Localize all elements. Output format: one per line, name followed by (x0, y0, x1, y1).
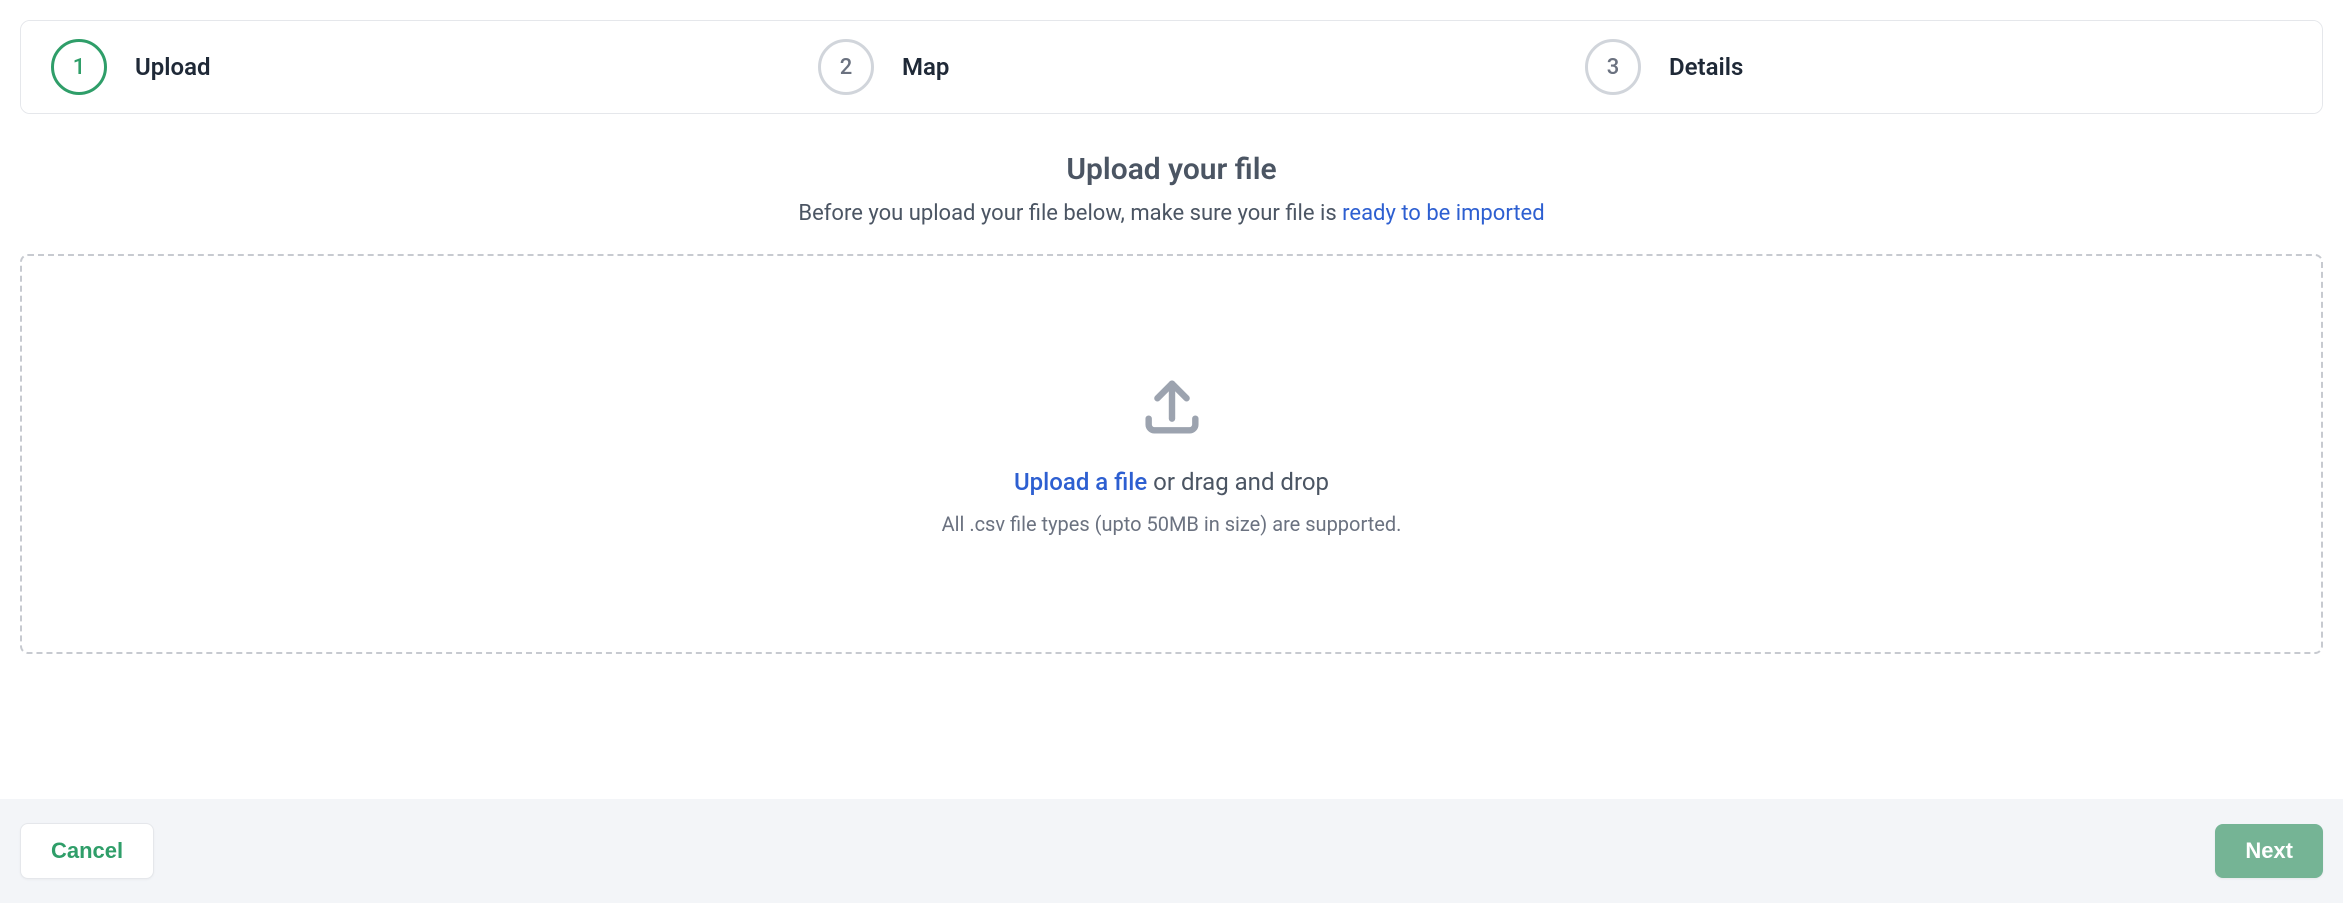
page-title: Upload your file (20, 152, 2323, 187)
cancel-button[interactable]: Cancel (20, 823, 154, 879)
upload-file-link[interactable]: Upload a file (1014, 468, 1147, 496)
step-details[interactable]: 3 Details (1555, 21, 2322, 113)
page-subtitle: Before you upload your file below, make … (20, 201, 2323, 226)
step-number-3: 3 (1585, 39, 1641, 95)
upload-hint: All .csv file types (upto 50MB in size) … (942, 512, 1402, 536)
ready-to-import-link[interactable]: ready to be imported (1342, 201, 1544, 226)
step-number-2: 2 (818, 39, 874, 95)
step-map[interactable]: 2 Map (788, 21, 1555, 113)
subtitle-text: Before you upload your file below, make … (798, 201, 1342, 226)
upload-rest-text: or drag and drop (1147, 468, 1329, 496)
step-label-upload: Upload (135, 53, 210, 81)
step-upload[interactable]: 1 Upload (21, 21, 788, 113)
upload-line: Upload a file or drag and drop (1014, 468, 1329, 496)
step-label-details: Details (1669, 53, 1743, 81)
heading-area: Upload your file Before you upload your … (20, 152, 2323, 226)
step-label-map: Map (902, 53, 949, 81)
stepper: 1 Upload 2 Map 3 Details (20, 20, 2323, 114)
file-dropzone[interactable]: Upload a file or drag and drop All .csv … (20, 254, 2323, 654)
upload-icon (1137, 372, 1207, 446)
footer-bar: Cancel Next (0, 799, 2343, 903)
step-number-1: 1 (51, 39, 107, 95)
next-button[interactable]: Next (2215, 824, 2323, 878)
